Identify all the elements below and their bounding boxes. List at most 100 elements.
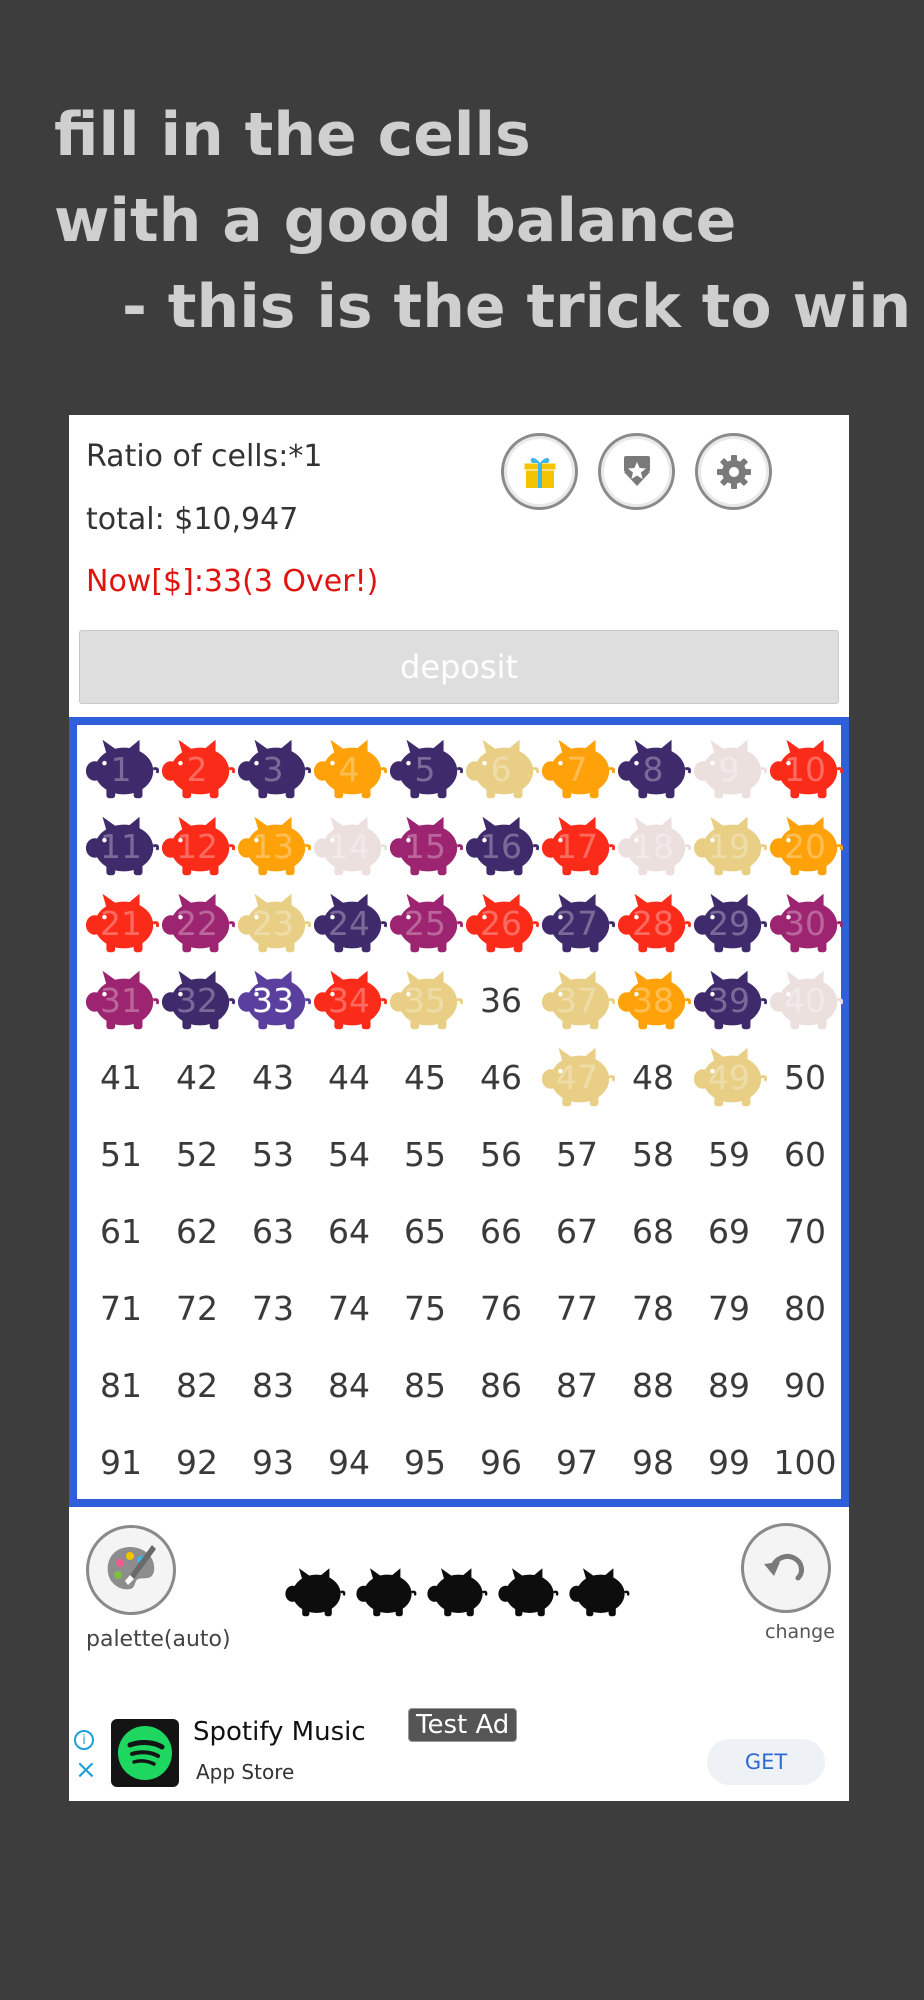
grid-cell[interactable]: 75 (387, 1270, 463, 1347)
grid-cell[interactable]: 4 (311, 731, 388, 808)
grid-cell[interactable]: 93 (235, 1424, 311, 1501)
grid-cell[interactable]: 98 (615, 1424, 691, 1501)
grid-cell[interactable]: 83 (235, 1347, 311, 1424)
grid-cell[interactable]: 94 (311, 1424, 387, 1501)
grid-cell[interactable]: 44 (311, 1039, 387, 1116)
grid-cell[interactable]: 74 (311, 1270, 387, 1347)
grid-cell[interactable]: 61 (83, 1193, 159, 1270)
grid-cell[interactable]: 7 (539, 731, 616, 808)
grid-cell[interactable]: 3 (235, 731, 312, 808)
ranking-button[interactable] (598, 433, 675, 510)
grid-cell[interactable]: 79 (691, 1270, 767, 1347)
change-button[interactable] (741, 1523, 831, 1613)
grid-cell[interactable]: 27 (539, 885, 616, 962)
grid-cell[interactable]: 55 (387, 1116, 463, 1193)
grid-cell[interactable]: 95 (387, 1424, 463, 1501)
grid-cell[interactable]: 85 (387, 1347, 463, 1424)
grid-cell[interactable]: 70 (767, 1193, 843, 1270)
grid-cell[interactable]: 48 (615, 1039, 691, 1116)
grid-cell[interactable]: 54 (311, 1116, 387, 1193)
grid-cell[interactable]: 12 (159, 808, 236, 885)
grid-cell[interactable]: 68 (615, 1193, 691, 1270)
grid-cell[interactable]: 69 (691, 1193, 767, 1270)
gift-button[interactable] (501, 433, 578, 510)
grid-cell[interactable]: 2 (159, 731, 236, 808)
ad-banner[interactable]: i × Spotify Music App Store Test Ad GET (69, 1697, 849, 1801)
grid-cell[interactable]: 11 (83, 808, 160, 885)
grid-cell[interactable]: 39 (691, 962, 768, 1039)
grid-cell[interactable]: 59 (691, 1116, 767, 1193)
grid-cell[interactable]: 51 (83, 1116, 159, 1193)
grid-cell[interactable]: 14 (311, 808, 388, 885)
grid-cell[interactable]: 40 (767, 962, 844, 1039)
deposit-button[interactable]: deposit (79, 630, 839, 704)
grid-cell[interactable]: 97 (539, 1424, 615, 1501)
grid-cell[interactable]: 5 (387, 731, 464, 808)
grid-cell[interactable]: 60 (767, 1116, 843, 1193)
grid-cell[interactable]: 76 (463, 1270, 539, 1347)
grid-cell[interactable]: 58 (615, 1116, 691, 1193)
grid-cell[interactable]: 47 (539, 1039, 616, 1116)
grid-cell[interactable]: 10 (767, 731, 844, 808)
grid-cell[interactable]: 56 (463, 1116, 539, 1193)
grid-cell[interactable]: 72 (159, 1270, 235, 1347)
grid-cell[interactable]: 25 (387, 885, 464, 962)
ad-info-icon[interactable]: i (74, 1730, 94, 1750)
grid-cell[interactable]: 28 (615, 885, 692, 962)
grid-cell[interactable]: 29 (691, 885, 768, 962)
grid-cell[interactable]: 71 (83, 1270, 159, 1347)
grid-cell[interactable]: 80 (767, 1270, 843, 1347)
grid-cell[interactable]: 91 (83, 1424, 159, 1501)
grid-cell[interactable]: 18 (615, 808, 692, 885)
grid-cell[interactable]: 96 (463, 1424, 539, 1501)
grid-cell[interactable]: 38 (615, 962, 692, 1039)
grid-cell[interactable]: 82 (159, 1347, 235, 1424)
grid-cell[interactable]: 49 (691, 1039, 768, 1116)
grid-cell[interactable]: 15 (387, 808, 464, 885)
grid-cell[interactable]: 21 (83, 885, 160, 962)
grid-cell[interactable]: 77 (539, 1270, 615, 1347)
grid-cell[interactable]: 57 (539, 1116, 615, 1193)
ad-close-icon[interactable]: × (75, 1755, 97, 1785)
palette-button[interactable] (86, 1525, 176, 1615)
grid-cell[interactable]: 34 (311, 962, 388, 1039)
grid-cell[interactable]: 92 (159, 1424, 235, 1501)
grid-cell[interactable]: 9 (691, 731, 768, 808)
ad-get-button[interactable]: GET (707, 1739, 825, 1785)
settings-button[interactable] (695, 433, 772, 510)
grid-cell[interactable]: 81 (83, 1347, 159, 1424)
grid-cell[interactable]: 99 (691, 1424, 767, 1501)
grid-cell[interactable]: 37 (539, 962, 616, 1039)
grid-cell[interactable]: 30 (767, 885, 844, 962)
grid-cell[interactable]: 31 (83, 962, 160, 1039)
grid-cell[interactable]: 23 (235, 885, 312, 962)
grid-cell[interactable]: 33 (235, 962, 312, 1039)
grid-cell[interactable]: 100 (767, 1424, 843, 1501)
grid-cell[interactable]: 46 (463, 1039, 539, 1116)
grid-cell[interactable]: 19 (691, 808, 768, 885)
grid-cell[interactable]: 67 (539, 1193, 615, 1270)
grid-cell[interactable]: 24 (311, 885, 388, 962)
grid-cell[interactable]: 13 (235, 808, 312, 885)
grid-cell[interactable]: 20 (767, 808, 844, 885)
grid-cell[interactable]: 87 (539, 1347, 615, 1424)
grid-cell[interactable]: 64 (311, 1193, 387, 1270)
grid-cell[interactable]: 90 (767, 1347, 843, 1424)
grid-cell[interactable]: 53 (235, 1116, 311, 1193)
grid-cell[interactable]: 66 (463, 1193, 539, 1270)
grid-cell[interactable]: 88 (615, 1347, 691, 1424)
grid-cell[interactable]: 22 (159, 885, 236, 962)
grid-cell[interactable]: 8 (615, 731, 692, 808)
grid-cell[interactable]: 41 (83, 1039, 159, 1116)
grid-cell[interactable]: 62 (159, 1193, 235, 1270)
grid-cell[interactable]: 84 (311, 1347, 387, 1424)
grid-cell[interactable]: 17 (539, 808, 616, 885)
grid-cell[interactable]: 1 (83, 731, 160, 808)
grid-cell[interactable]: 32 (159, 962, 236, 1039)
grid-cell[interactable]: 35 (387, 962, 464, 1039)
grid-cell[interactable]: 52 (159, 1116, 235, 1193)
grid-cell[interactable]: 65 (387, 1193, 463, 1270)
grid-cell[interactable]: 6 (463, 731, 540, 808)
grid-cell[interactable]: 63 (235, 1193, 311, 1270)
grid-cell[interactable]: 36 (463, 962, 539, 1039)
